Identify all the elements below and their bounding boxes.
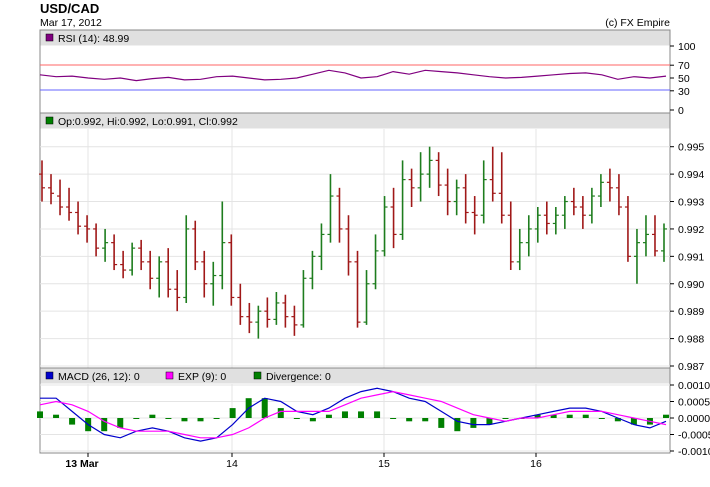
divergence-bar xyxy=(133,418,140,419)
chart-symbol: USD/CAD xyxy=(40,1,99,16)
x-tick-label: 14 xyxy=(226,458,238,470)
divergence-bar xyxy=(213,418,220,419)
divergence-bar xyxy=(53,414,60,418)
price-tick-label: 0.995 xyxy=(678,142,704,154)
divergence-bar xyxy=(358,411,365,418)
x-axis: 13 Mar 14 15 16 xyxy=(40,452,670,470)
divergence-bar xyxy=(277,408,284,418)
macd-legend-label: MACD (26, 12): 0 xyxy=(58,371,140,383)
price-panel-frame xyxy=(39,112,671,369)
divergence-bar xyxy=(422,418,429,422)
macd-tick-label: 0.0010 xyxy=(678,380,710,392)
divergence-bar xyxy=(582,414,589,418)
price-tick-label: 0.990 xyxy=(678,279,704,291)
macd-legend-label: EXP (9): 0 xyxy=(178,371,226,383)
divergence-bar xyxy=(325,414,332,418)
chart-credit: (c) FX Empire xyxy=(605,17,670,29)
price-legend-swatch xyxy=(45,116,54,125)
rsi-tick-label: 50 xyxy=(678,73,690,85)
macd-panel: MACD (26, 12): 0 EXP (9): 0 Divergence: 0 … xyxy=(37,367,710,458)
macd-tick-label: 0.0000 xyxy=(678,413,710,425)
chart-date: Mar 17, 2012 xyxy=(40,17,102,29)
divergence-bar xyxy=(293,418,300,419)
price-tick-label: 0.989 xyxy=(678,306,704,318)
divergence-bar xyxy=(229,408,236,418)
macd-tick-label: -0.0005 xyxy=(678,430,710,442)
price-tick-label: 0.987 xyxy=(678,361,704,373)
price-tick-label: 0.988 xyxy=(678,334,704,346)
price-tick-label: 0.993 xyxy=(678,197,704,209)
rsi-legend-swatch xyxy=(45,33,54,42)
rsi-panel-header xyxy=(40,30,670,46)
rsi-label: RSI (14): 48.99 xyxy=(58,33,129,45)
divergence-bar xyxy=(598,418,605,419)
divergence-bar xyxy=(261,398,268,418)
chart-canvas: USD/CAD Mar 17, 2012 (c) FX Empire RSI (… xyxy=(37,1,710,470)
divergence-bar xyxy=(181,418,188,422)
price-tick-label: 0.992 xyxy=(678,224,704,236)
macd-tick-label: -0.0010 xyxy=(678,446,710,458)
price-panel: Op:0.992, Hi:0.992, Lo:0.991, Cl:0.992 0… xyxy=(39,112,704,373)
macd-legend-label: Divergence: 0 xyxy=(266,371,331,383)
divergence-bar xyxy=(69,418,76,425)
price-tick-label: 0.991 xyxy=(678,251,704,263)
divergence-bar xyxy=(406,418,413,422)
divergence-bar xyxy=(438,418,445,428)
macd-legend-swatch xyxy=(253,371,262,380)
macd-legend-swatch xyxy=(165,371,174,380)
divergence-bar xyxy=(309,418,316,422)
rsi-tick-label: 70 xyxy=(678,60,690,72)
divergence-bar xyxy=(197,418,204,422)
divergence-bar xyxy=(502,418,509,419)
price-tick-label: 0.994 xyxy=(678,169,704,181)
rsi-tick-label: 0 xyxy=(678,105,684,117)
divergence-bar xyxy=(566,414,573,418)
divergence-bar xyxy=(374,411,381,418)
divergence-bar xyxy=(149,414,156,418)
rsi-tick-label: 30 xyxy=(678,86,690,98)
x-tick-label: 15 xyxy=(378,458,390,470)
rsi-tick-label: 100 xyxy=(678,41,696,53)
price-label: Op:0.992, Hi:0.992, Lo:0.991, Cl:0.992 xyxy=(58,116,238,128)
divergence-bar xyxy=(390,418,397,419)
macd-legend-swatch xyxy=(45,371,54,380)
divergence-bar xyxy=(37,411,43,418)
x-tick-label: 13 Mar xyxy=(65,458,98,470)
rsi-panel: RSI (14): 48.99 100 705030 0 xyxy=(39,29,696,117)
macd-tick-label: 0.0005 xyxy=(678,397,710,409)
divergence-bar xyxy=(165,418,172,419)
divergence-bar xyxy=(341,411,348,418)
divergence-bar xyxy=(663,414,669,418)
x-tick-label: 16 xyxy=(530,458,542,470)
divergence-bar xyxy=(470,418,477,428)
